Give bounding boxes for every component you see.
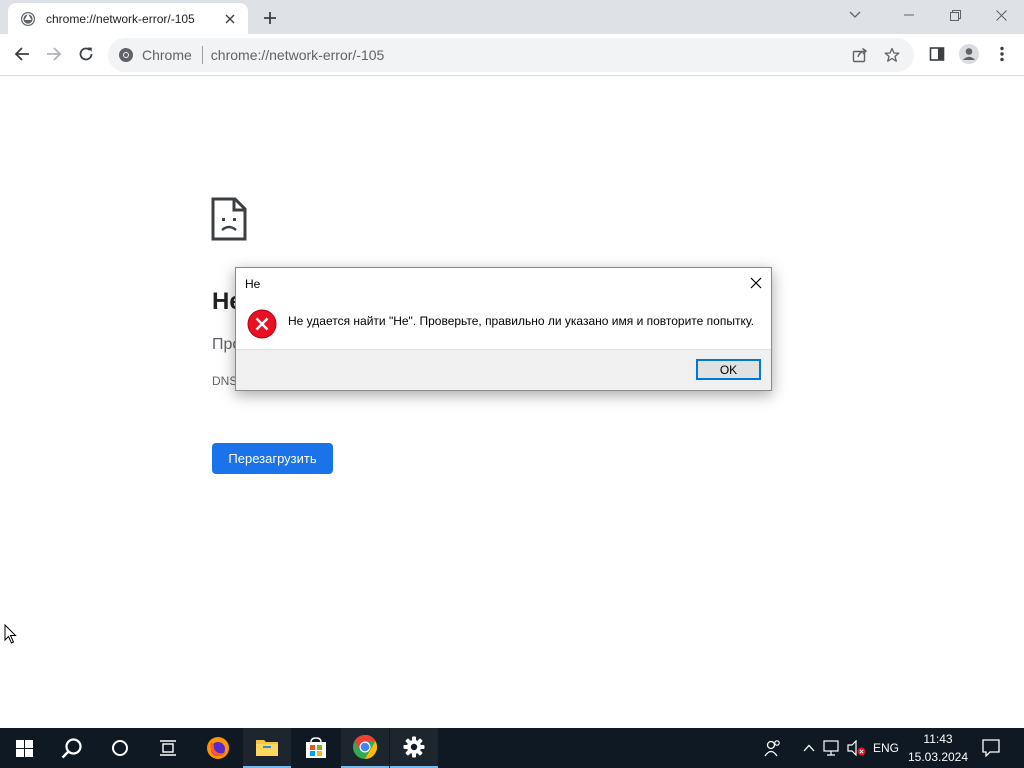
settings-gear-icon[interactable] — [390, 728, 438, 768]
ok-button[interactable]: OK — [696, 359, 761, 380]
reload-icon[interactable] — [71, 39, 101, 69]
mouse-cursor-icon — [4, 623, 17, 649]
error-x-icon — [247, 309, 277, 344]
people-icon[interactable] — [760, 728, 786, 768]
url-text[interactable]: chrome://network-error/-105 — [211, 47, 844, 63]
window-close-icon[interactable] — [978, 0, 1024, 30]
dialog-footer: OK — [236, 349, 771, 390]
chrome-page-chip[interactable]: Chrome — [118, 47, 192, 63]
clock-date: 15.03.2024 — [907, 750, 969, 764]
clock-time: 11:43 — [923, 732, 953, 746]
tab-search-chevron-icon[interactable] — [840, 0, 870, 30]
tab-close-icon[interactable] — [222, 11, 238, 27]
tab-strip: chrome://network-error/-105 — [0, 0, 1024, 34]
dialog-message: Не удается найти "Не". Проверьте, правил… — [288, 314, 754, 328]
side-panel-icon[interactable] — [922, 39, 952, 69]
back-arrow-icon[interactable] — [7, 39, 37, 69]
bookmark-star-icon[interactable] — [876, 39, 908, 71]
chrome-logo-icon — [119, 48, 133, 62]
clock[interactable]: 11:43 15.03.2024 — [906, 730, 970, 766]
omnibox-actions — [844, 39, 908, 71]
browser-toolbar: Chrome chrome://network-error/-105 — [0, 34, 1024, 76]
share-icon[interactable] — [844, 39, 876, 71]
menu-kebab-icon[interactable] — [987, 39, 1017, 69]
omnibox[interactable]: Chrome chrome://network-error/-105 — [108, 38, 914, 72]
error-code: DNS — [212, 374, 238, 388]
forward-arrow-icon[interactable] — [39, 39, 69, 69]
language-indicator[interactable]: ENG — [870, 728, 902, 768]
windows-start-icon[interactable] — [0, 728, 48, 768]
minimize-icon[interactable] — [886, 0, 932, 30]
task-view-icon[interactable] — [144, 728, 192, 768]
chip-label: Chrome — [142, 47, 192, 63]
chrome-taskbar-icon[interactable] — [341, 728, 389, 768]
sad-page-icon — [211, 197, 247, 246]
dialog-title: He — [245, 277, 261, 291]
language-text: ENG — [872, 741, 899, 755]
chrome-globe-icon — [20, 11, 36, 27]
taskbar: ENG 11:43 15.03.2024 — [0, 728, 1024, 768]
dialog-close-icon[interactable] — [747, 274, 765, 292]
error-dialog: He Не удается найти "Не". Проверьте, пра… — [235, 267, 772, 391]
file-explorer-icon[interactable] — [243, 728, 291, 768]
omnibox-divider — [201, 46, 203, 64]
window-controls — [840, 0, 1024, 30]
reload-button[interactable]: Перезагрузить — [212, 443, 333, 474]
volume-muted-icon[interactable] — [846, 728, 868, 768]
browser-tab[interactable]: chrome://network-error/-105 — [8, 3, 248, 34]
new-tab-button[interactable] — [258, 6, 282, 30]
notifications-icon[interactable] — [976, 728, 1006, 768]
tray-chevron-up-icon[interactable] — [800, 728, 818, 768]
page-content: He Про DNS Перезагрузить — [0, 76, 1024, 728]
cortana-icon[interactable] — [96, 728, 144, 768]
firefox-icon[interactable] — [194, 728, 242, 768]
network-icon[interactable] — [822, 728, 842, 768]
profile-avatar-icon[interactable] — [954, 39, 984, 69]
tab-title: chrome://network-error/-105 — [46, 11, 195, 26]
search-icon[interactable] — [48, 728, 96, 768]
restore-icon[interactable] — [932, 0, 978, 30]
microsoft-store-icon[interactable] — [292, 728, 340, 768]
